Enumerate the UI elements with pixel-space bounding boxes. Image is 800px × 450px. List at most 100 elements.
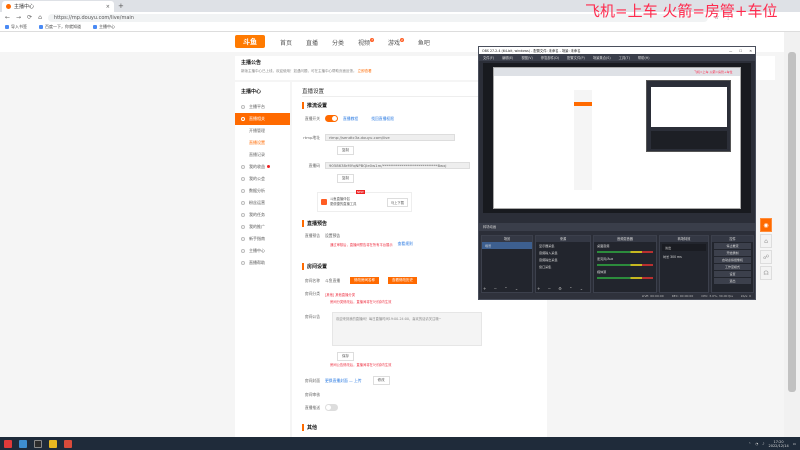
rename-room-button[interactable]: 修改房间名称 xyxy=(350,277,379,284)
close-icon[interactable]: ✕ xyxy=(749,49,752,53)
menu-view[interactable]: 视图(V) xyxy=(521,55,532,60)
tutorial-link[interactable]: 直播教程 xyxy=(343,116,358,122)
sidebar-subitem-settings[interactable]: 直播设置 xyxy=(235,137,290,149)
live-toggle[interactable] xyxy=(325,115,338,122)
taskview-icon[interactable] xyxy=(19,439,27,448)
menu-profile[interactable]: 配置文件(P) xyxy=(567,55,585,60)
bookmark-item[interactable]: 主播中心 xyxy=(93,24,115,30)
nav-fishbar[interactable]: 鱼吧 xyxy=(418,38,430,47)
sidebar-item-income[interactable]: 我的收益 xyxy=(235,161,290,173)
change-cover-button[interactable]: 修改 xyxy=(372,376,390,385)
minimize-icon[interactable]: — xyxy=(729,49,732,53)
start-icon[interactable] xyxy=(4,439,12,448)
chrome-task-icon[interactable] xyxy=(49,439,57,448)
clock[interactable]: 17:20 2022/12/14 xyxy=(769,440,789,448)
notification-icon[interactable]: ▭ xyxy=(793,442,796,446)
forward-icon[interactable]: → xyxy=(16,14,21,21)
network-icon[interactable]: ◔ xyxy=(755,442,758,446)
browser-tab[interactable]: 主播中心 × xyxy=(2,1,114,12)
set-preview-link[interactable]: 设置预告 xyxy=(325,233,340,239)
scrollbar-thumb[interactable] xyxy=(788,52,796,392)
sidebar-item-data[interactable]: 数据分析 xyxy=(235,185,290,197)
tray-icon[interactable]: ⌃ xyxy=(748,442,751,446)
obs-task-icon[interactable] xyxy=(34,439,42,448)
service-float-icon[interactable]: ☊ xyxy=(760,266,772,280)
obs-preview-canvas[interactable]: 飞机=上车 火箭=房管+车位 xyxy=(483,63,751,213)
transition-select[interactable]: 淡出 xyxy=(662,244,706,251)
stream-code-field[interactable]: 9058638rMYqNPBQIe0w1m/******************… xyxy=(325,162,470,169)
copy-rtmp-button[interactable]: 复制 xyxy=(337,146,354,155)
virtual-camera-button[interactable]: 启动虚拟摄像机 xyxy=(714,257,751,263)
code-label: 直播码 xyxy=(308,162,320,168)
sidebar-item-live[interactable]: 直播相关 xyxy=(235,113,290,125)
volume-meter[interactable] xyxy=(597,251,653,253)
sidebar-item-guild[interactable]: 我的公会 xyxy=(235,173,290,185)
sidebar-item-platform[interactable]: 主播平台 xyxy=(235,101,290,113)
maximize-icon[interactable]: ☐ xyxy=(739,49,742,53)
sidebar-item-guide[interactable]: 新手指南 xyxy=(235,233,290,245)
source-item[interactable]: 窗口采集 xyxy=(536,263,590,270)
announcement-textarea[interactable]: 欢迎来到我的直播间！每日直播时间19:00-24:00，喜欢的话请关注哦~ xyxy=(332,312,482,346)
sidebar-subitem-manage[interactable]: 开播管理 xyxy=(235,125,290,137)
sidebar-subitem-records[interactable]: 直播记录 xyxy=(235,149,290,161)
page-scrollbar[interactable] xyxy=(784,32,800,437)
bookmark-item[interactable]: 百度一下，你就知道 xyxy=(39,24,81,30)
sidebar-item-fans[interactable]: 粉丝运营 xyxy=(235,197,290,209)
studio-mode-button[interactable]: 工作室模式 xyxy=(714,264,751,270)
nav-game[interactable]: 游戏2 xyxy=(388,38,404,47)
preview-rules-link[interactable]: 查看规则 xyxy=(398,241,413,247)
copy-code-button[interactable]: 复制 xyxy=(337,174,354,183)
source-item[interactable]: 音频输入采集 xyxy=(536,249,590,256)
sidebar-item-help[interactable]: 直播帮助 xyxy=(235,257,290,269)
scene-item[interactable]: 场景 xyxy=(482,242,532,249)
home-icon[interactable]: ⌂ xyxy=(38,14,42,21)
exit-button[interactable]: 退出 xyxy=(714,278,751,284)
live-float-icon[interactable]: ◉ xyxy=(760,218,772,232)
nav-video[interactable]: 视频7 xyxy=(358,38,374,47)
sidebar-item-label: 粉丝运营 xyxy=(249,200,265,205)
new-tab-button[interactable]: + xyxy=(118,2,124,10)
home-float-icon[interactable]: ⌂ xyxy=(760,234,772,248)
stop-stream-button[interactable]: 停止推流 xyxy=(714,243,751,249)
start-recording-button[interactable]: 开始录制 xyxy=(714,250,751,256)
douyu-logo[interactable]: 斗鱼 xyxy=(235,35,265,48)
rename-history-button[interactable]: 查看修改历史 xyxy=(388,277,417,284)
menu-help[interactable]: 帮助(H) xyxy=(638,55,650,60)
source-item[interactable]: 显示器采集 xyxy=(536,242,590,249)
recover-permission-link[interactable]: 找回直播权限 xyxy=(371,116,394,122)
volume-meter[interactable] xyxy=(597,264,653,266)
push-notify-toggle[interactable] xyxy=(325,404,338,411)
sidebar-item-promo[interactable]: 我的推广 xyxy=(235,221,290,233)
sidebar-item-tasks[interactable]: 我的任务 xyxy=(235,209,290,221)
announce-label: 房间公告 xyxy=(304,314,320,319)
back-icon[interactable]: ← xyxy=(5,14,10,21)
scenes-controls[interactable]: + − ⌃ ⌄ xyxy=(483,286,521,291)
douyu-task-icon[interactable] xyxy=(64,439,72,448)
volume-meter[interactable] xyxy=(597,277,653,279)
menu-scene-collection[interactable]: 场景集合(S) xyxy=(593,55,611,60)
nav-live[interactable]: 直播 xyxy=(306,38,318,47)
sources-controls[interactable]: + − ⚙ ⌃ ⌄ xyxy=(537,286,586,291)
tab-close-icon[interactable]: × xyxy=(106,4,110,10)
menu-docks[interactable]: 停靠部件(D) xyxy=(541,55,559,60)
download-button[interactable]: 马上下载 xyxy=(386,197,408,207)
settings-button[interactable]: 设置 xyxy=(714,271,751,277)
sidebar-item-center[interactable]: 主播中心 xyxy=(235,245,290,257)
announcement-text: 欢迎来到我的直播间！每日直播时间19:00-24:00，喜欢的话请关注哦~ xyxy=(336,317,442,321)
rtmp-field[interactable]: rtmp://sendtc3a.douyu.com/live xyxy=(325,134,455,141)
room-category-value[interactable]: [其他] 其他直播分类 xyxy=(325,292,355,297)
share-float-icon[interactable]: ☍ xyxy=(760,250,772,264)
source-item[interactable]: 音频输出采集 xyxy=(536,256,590,263)
bookmark-item[interactable]: 导入书签 xyxy=(5,24,27,30)
volume-icon[interactable]: ♪ xyxy=(762,442,764,446)
nav-home[interactable]: 首页 xyxy=(280,38,292,47)
transition-duration[interactable]: 时长 300 ms xyxy=(660,253,708,260)
reload-icon[interactable]: ⟳ xyxy=(27,14,32,21)
cover-upload-link[interactable]: 更换直播封面 — 上传 xyxy=(325,378,362,384)
menu-tools[interactable]: 工具(T) xyxy=(619,55,630,60)
nav-category[interactable]: 分类 xyxy=(332,38,344,47)
menu-edit[interactable]: 编辑(E) xyxy=(502,55,513,60)
notice-link[interactable]: 立即查看 xyxy=(358,69,372,73)
save-announcement-button[interactable]: 保存 xyxy=(337,352,354,361)
menu-file[interactable]: 文件(F) xyxy=(483,55,494,60)
